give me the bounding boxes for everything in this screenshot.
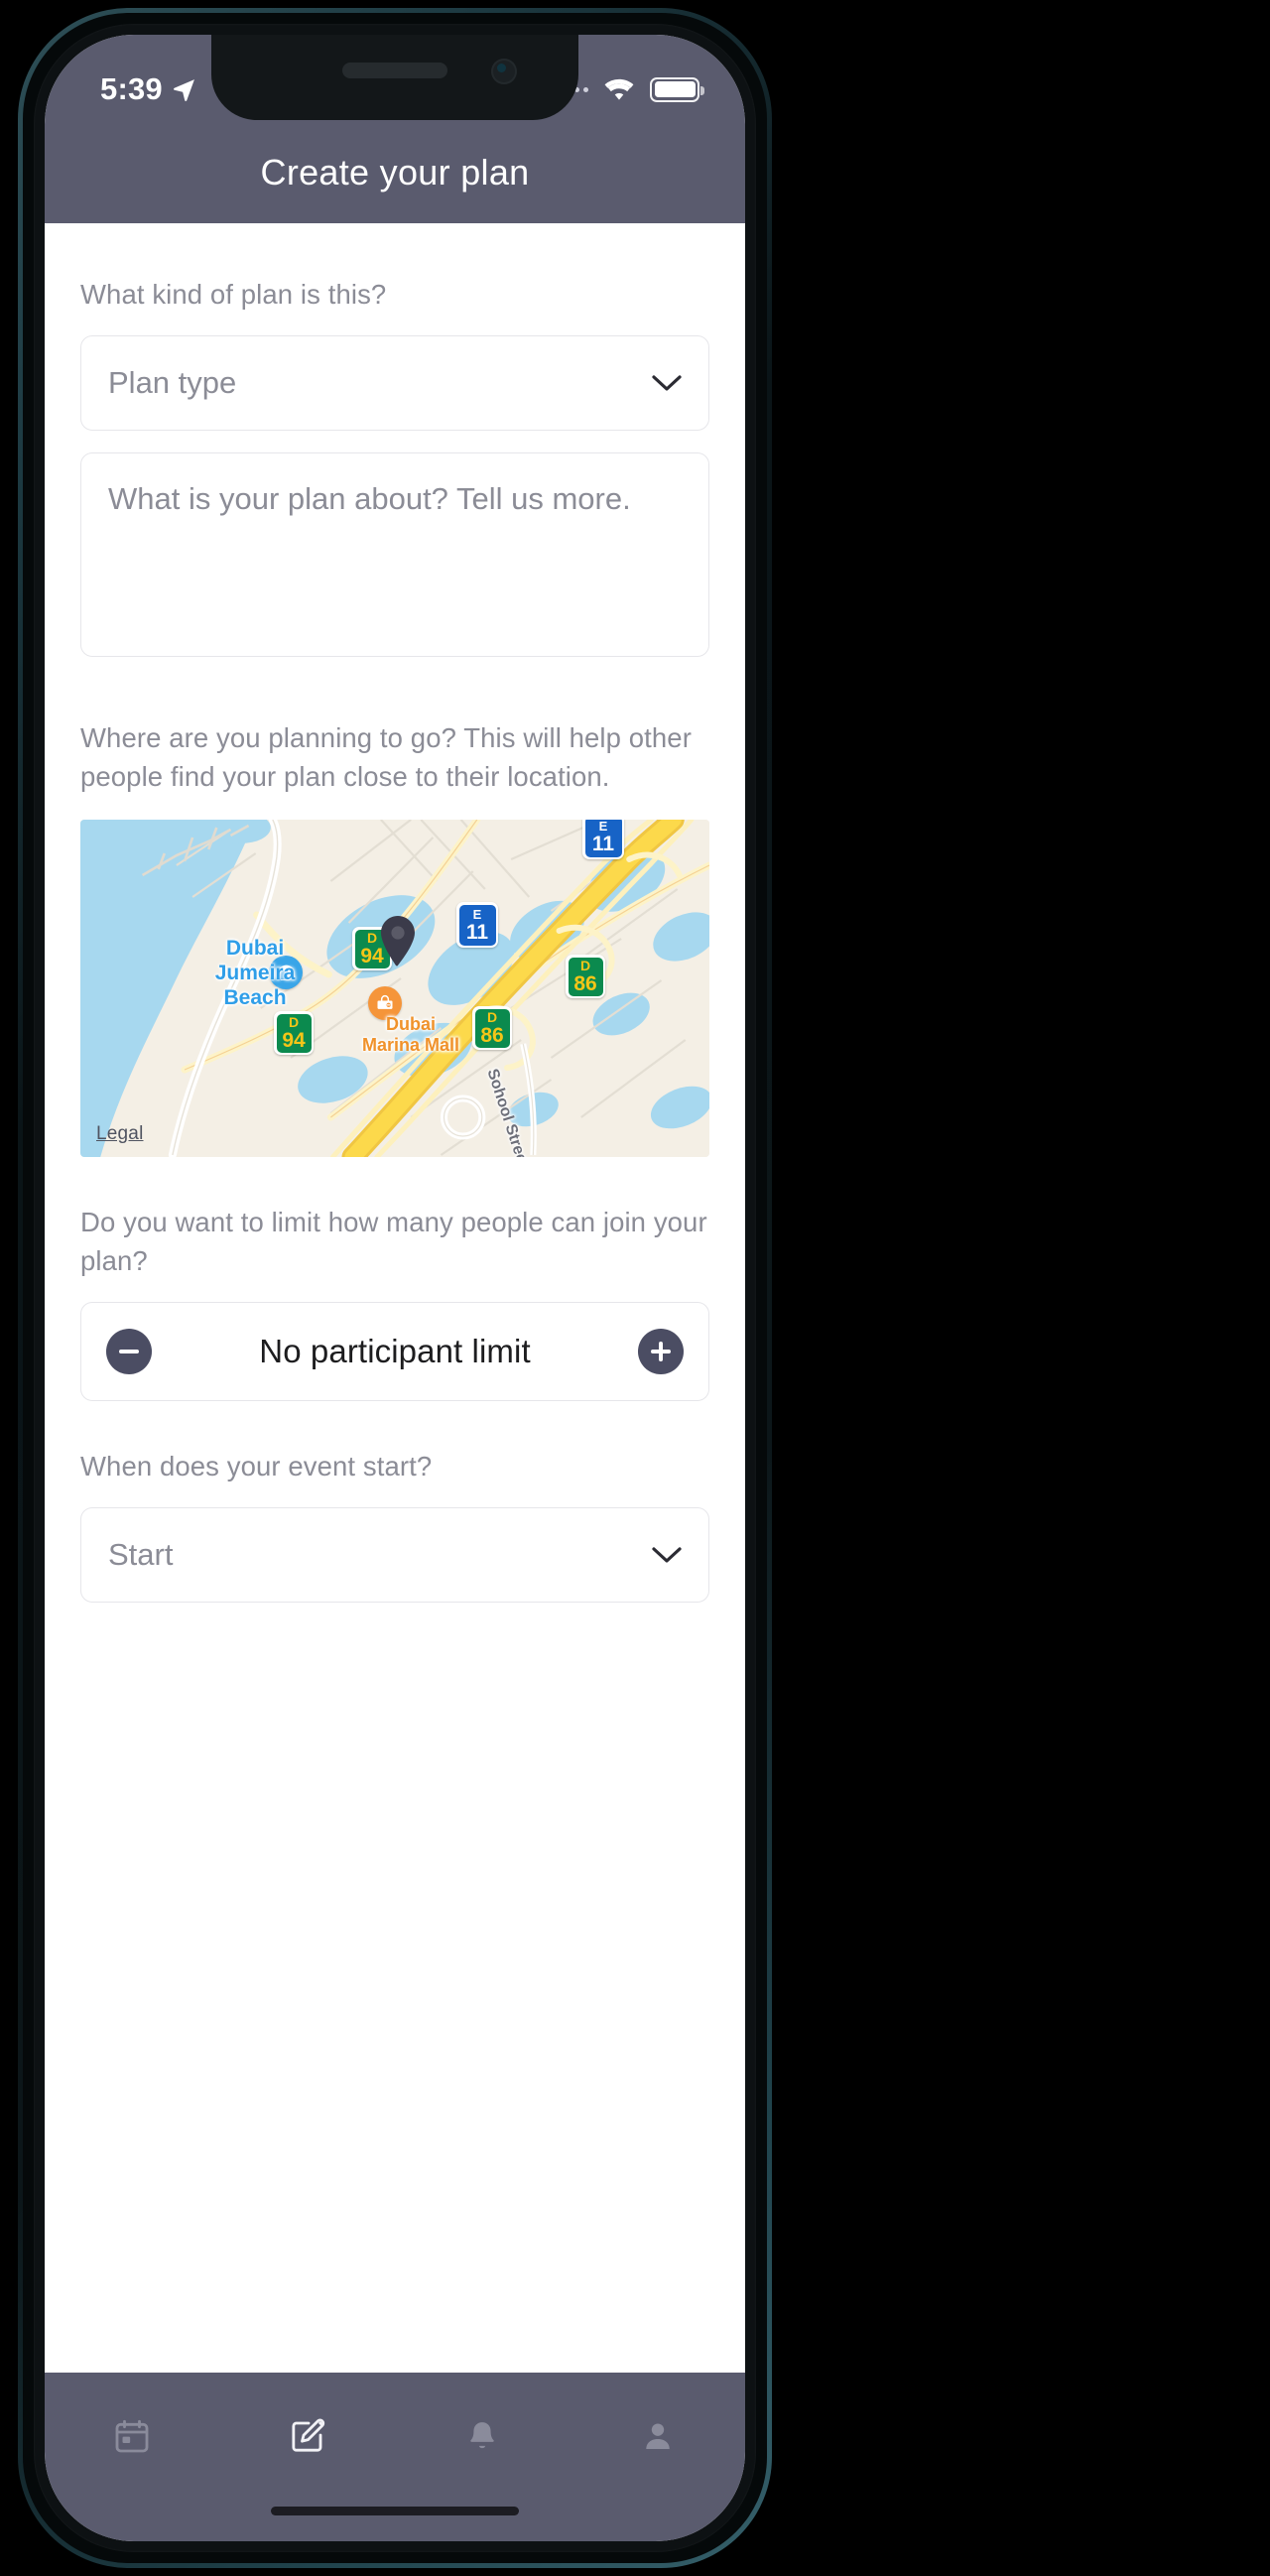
highway-shield-e11-mid: E 11 <box>456 902 498 949</box>
shopping-mall-icon <box>368 986 402 1021</box>
plan-type-value: Plan type <box>108 365 237 401</box>
highway-shield-d86-south: D 86 <box>472 1006 512 1051</box>
phone-body: 5:39 Create your plan What kind of plan … <box>34 24 756 2552</box>
compose-icon <box>292 2418 324 2452</box>
map-pin-icon[interactable] <box>377 914 419 969</box>
highway-shield-d86-east: D 86 <box>566 955 605 999</box>
tab-calendar[interactable] <box>93 2406 171 2466</box>
plan-type-label: What kind of plan is this? <box>80 279 387 310</box>
participants-label: Do you want to limit how many people can… <box>80 1207 707 1277</box>
earpiece-speaker <box>342 63 447 78</box>
chevron-down-icon <box>652 1547 682 1563</box>
home-indicator[interactable] <box>271 2507 519 2515</box>
device-notch <box>211 35 578 120</box>
map-canvas <box>80 820 709 1158</box>
participant-limit-value: No participant limit <box>259 1333 531 1370</box>
location-arrow-icon <box>173 78 194 101</box>
battery-full-icon <box>650 76 704 102</box>
page-title: Create your plan <box>260 152 530 193</box>
bottom-tab-bar <box>45 2373 745 2541</box>
front-camera <box>491 59 517 84</box>
plan-type-select[interactable]: Plan type <box>80 335 709 432</box>
status-bar-time: 5:39 <box>100 71 163 106</box>
tab-notifications[interactable] <box>444 2406 521 2466</box>
increment-participants-button[interactable] <box>638 1329 684 1375</box>
start-time-select[interactable]: Start <box>80 1507 709 1604</box>
tab-create[interactable] <box>269 2406 346 2466</box>
map-legal-link[interactable]: Legal <box>96 1123 144 1145</box>
decrement-participants-button[interactable] <box>106 1329 152 1375</box>
location-map[interactable]: Sohool Street Dubai Jumeira Beach Dubai … <box>80 820 709 1158</box>
beach-umbrella-icon <box>269 956 303 990</box>
location-label: Where are you planning to go? This will … <box>80 722 692 793</box>
shopping-mall-glyph <box>377 995 393 1009</box>
person-icon <box>646 2423 670 2449</box>
calendar-icon <box>115 2419 149 2453</box>
phone-screen: 5:39 Create your plan What kind of plan … <box>45 35 745 2541</box>
beach-umbrella-glyph <box>279 965 293 980</box>
status-bar-left: 5:39 <box>100 71 196 107</box>
plan-description-placeholder: What is your plan about? Tell us more. <box>108 481 631 517</box>
phone-bezel-band: 5:39 Create your plan What kind of plan … <box>23 13 767 2563</box>
start-time-label: When does your event start? <box>80 1451 433 1482</box>
highway-shield-d94-south: D 94 <box>274 1011 314 1056</box>
screenshot-stage: 5:39 Create your plan What kind of plan … <box>0 0 1270 2576</box>
form-scroll-area[interactable]: What kind of plan is this? Plan type Wha… <box>45 223 745 2373</box>
plan-description-textarea[interactable]: What is your plan about? Tell us more. <box>80 452 709 658</box>
highway-shield-e11-top: E 11 <box>582 820 624 860</box>
bell-icon <box>470 2422 494 2449</box>
phone-device-frame: 5:39 Create your plan What kind of plan … <box>18 8 772 2568</box>
wifi-icon <box>604 78 634 100</box>
chevron-down-icon <box>652 375 682 391</box>
tab-profile[interactable] <box>619 2406 697 2466</box>
start-time-value: Start <box>108 1537 174 1573</box>
participant-limit-stepper[interactable]: No participant limit <box>80 1302 709 1402</box>
